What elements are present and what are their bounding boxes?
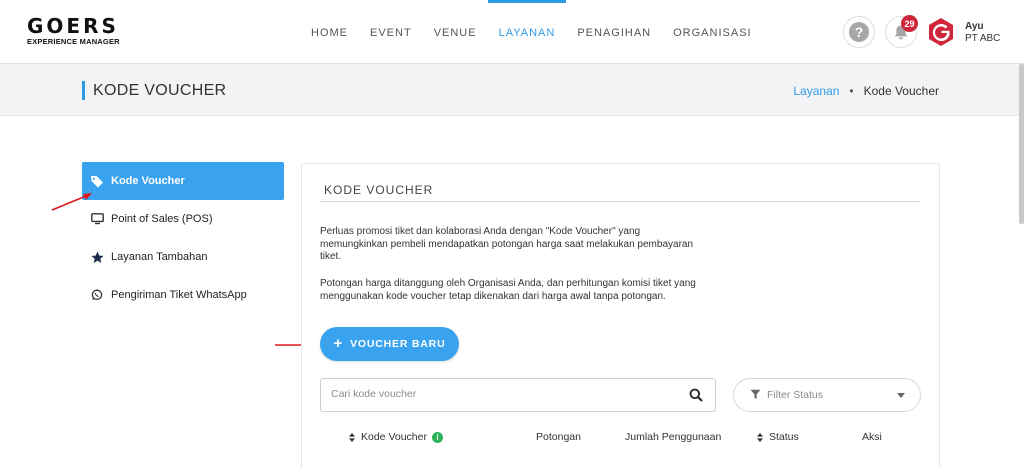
voucher-card — [301, 163, 940, 468]
column-header-potongan: Potongan — [536, 431, 581, 443]
breadcrumb-separator: • — [849, 84, 854, 98]
section-divider — [320, 201, 920, 202]
logo-main-text: GOERS — [27, 14, 119, 38]
new-voucher-label: VOUCHER BARU — [350, 338, 446, 350]
sidebar-item-layanan-tambahan[interactable]: Layanan Tambahan — [82, 238, 284, 276]
sort-icon — [349, 432, 355, 442]
sidebar-item-label: Point of Sales (POS) — [111, 213, 213, 225]
sidebar-item-whatsapp[interactable]: Pengiriman Tiket WhatsApp — [82, 276, 284, 314]
plus-icon: + — [333, 335, 344, 352]
help-icon: ? — [849, 22, 869, 42]
breadcrumb: Layanan • Kode Voucher — [793, 84, 939, 98]
logo-sub-text: EXPERIENCE MANAGER — [27, 37, 120, 46]
user-name[interactable]: Ayu — [965, 21, 984, 32]
column-label: Jumlah Penggunaan — [625, 431, 722, 443]
main-nav: HOME EVENT VENUE LAYANAN PENAGIHAN ORGAN… — [300, 0, 763, 64]
sidebar-item-label: Pengiriman Tiket WhatsApp — [111, 289, 247, 301]
tag-icon — [90, 174, 104, 188]
nav-home[interactable]: HOME — [300, 0, 359, 64]
column-header-status[interactable]: Status — [757, 431, 799, 443]
nav-layanan[interactable]: LAYANAN — [487, 0, 567, 64]
filter-icon — [750, 389, 761, 399]
star-icon — [90, 250, 104, 264]
column-label: Aksi — [862, 431, 882, 443]
chevron-down-icon — [897, 393, 905, 398]
column-label: Potongan — [536, 431, 581, 443]
whatsapp-icon — [90, 288, 104, 302]
sidebar-item-label: Kode Voucher — [111, 175, 185, 187]
filter-status-placeholder: Filter Status — [767, 389, 824, 401]
nav-event[interactable]: EVENT — [359, 0, 423, 64]
page-scrollbar[interactable] — [1019, 64, 1024, 224]
avatar[interactable] — [926, 17, 956, 47]
search-input[interactable] — [331, 388, 671, 400]
search-icon[interactable] — [689, 388, 703, 402]
monitor-icon — [90, 212, 104, 226]
column-header-jumlah-penggunaan: Jumlah Penggunaan — [625, 431, 721, 443]
nav-organisasi[interactable]: ORGANISASI — [662, 0, 762, 64]
annotation-arrow-sidebar — [51, 193, 92, 211]
sidebar-item-label: Layanan Tambahan — [111, 251, 208, 263]
column-header-aksi: Aksi — [862, 431, 882, 443]
page-title: KODE VOUCHER — [93, 82, 227, 99]
title-accent-bar — [82, 81, 85, 100]
sort-icon — [757, 432, 763, 442]
help-button[interactable]: ? — [843, 16, 875, 48]
column-label: Kode Voucher — [361, 431, 427, 443]
notification-badge: 29 — [901, 15, 918, 32]
nav-venue[interactable]: VENUE — [423, 0, 488, 64]
search-box — [320, 378, 716, 412]
column-label: Status — [769, 431, 799, 443]
section-title: KODE VOUCHER — [324, 183, 434, 197]
description-paragraph-1: Perluas promosi tiket dan kolaborasi And… — [320, 226, 694, 263]
filter-status-dropdown[interactable] — [733, 378, 921, 412]
breadcrumb-layanan[interactable]: Layanan — [793, 84, 839, 98]
sidebar: Kode Voucher Point of Sales (POS) Layana… — [82, 162, 284, 314]
description-paragraph-2: Potongan harga ditanggung oleh Organisas… — [320, 278, 696, 302]
breadcrumb-current: Kode Voucher — [863, 84, 939, 98]
column-header-kode-voucher[interactable]: Kode Voucher i — [349, 431, 443, 443]
sidebar-item-pos[interactable]: Point of Sales (POS) — [82, 200, 284, 238]
new-voucher-button[interactable]: + VOUCHER BARU — [320, 327, 459, 361]
user-organization: PT ABC — [965, 33, 1001, 44]
goers-logo[interactable]: GOERS EXPERIENCE MANAGER — [27, 14, 120, 46]
nav-penagihan[interactable]: PENAGIHAN — [566, 0, 662, 64]
sidebar-item-kode-voucher[interactable]: Kode Voucher — [82, 162, 284, 200]
info-icon[interactable]: i — [431, 431, 443, 443]
